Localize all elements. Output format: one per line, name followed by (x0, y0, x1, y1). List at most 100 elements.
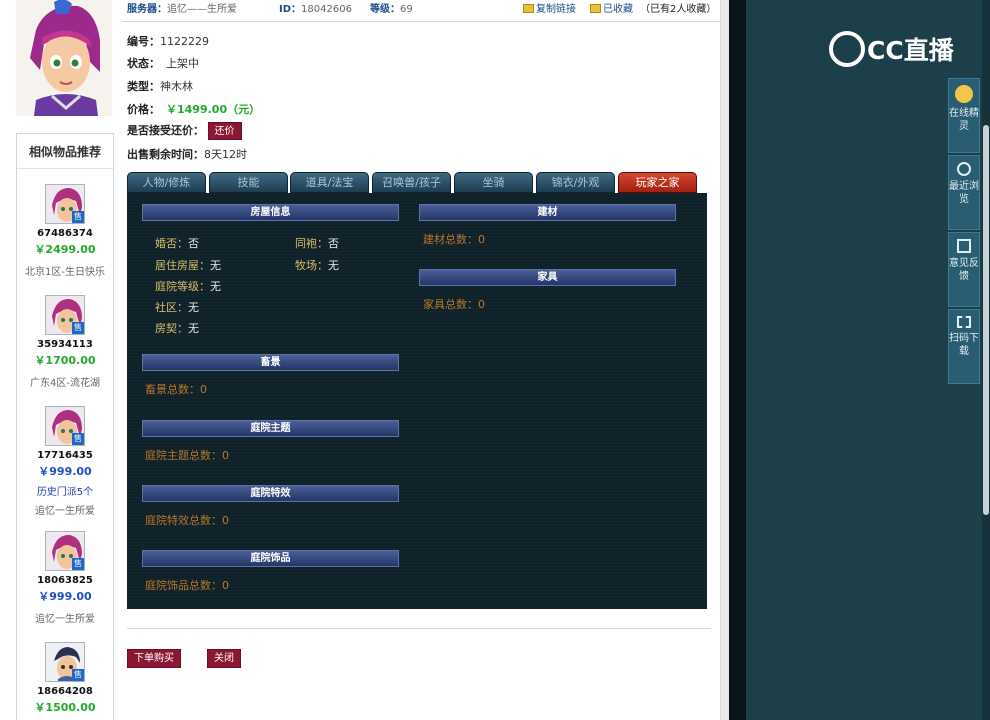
id-label: ID： (279, 4, 302, 15)
buy-button[interactable]: 下单购买 (127, 649, 181, 668)
similar-items-title: 相似物品推荐 (17, 134, 113, 169)
item-history[interactable]: 历史门派5个 (17, 483, 113, 498)
item-id: 17716435 (37, 450, 93, 461)
tool-label: 扫码下载 (949, 333, 979, 357)
materials-count: 建材总数：0 (423, 233, 485, 246)
tool-recent[interactable]: 最近浏览 (948, 155, 980, 230)
tool-online-sprite[interactable]: 在线精灵 (948, 78, 980, 153)
panel-scroll-thumb[interactable] (983, 125, 989, 515)
yard-effect-count: 庭院特效总数：0 (145, 514, 229, 527)
close-button[interactable]: 关闭 (207, 649, 241, 668)
tool-label: 意见反馈 (949, 258, 979, 282)
server-label: 服务器： (127, 4, 167, 15)
item-server: 追忆一生所爱 (35, 614, 95, 625)
item-price: ￥2499.00 (34, 243, 96, 256)
married-label: 婚否： (155, 237, 188, 250)
tab-player-home[interactable]: 玩家之家 (618, 172, 697, 193)
robe-field: 同袍：否 (295, 235, 339, 251)
yard-level-field: 庭院等级：无 (155, 278, 221, 294)
recommend-item[interactable]: 售 35934113 ￥1700.00 广东4区-流花湖 (17, 295, 113, 389)
panel-scrollbar[interactable] (982, 0, 990, 720)
cc-logo[interactable]: CC直播 (829, 31, 954, 71)
item-price: ￥1500.00 (34, 701, 96, 714)
house-label: 居住房屋： (155, 259, 210, 272)
item-id: 18063825 (37, 575, 93, 586)
tab-summons[interactable]: 召唤兽/孩子 (372, 172, 451, 193)
type-value: 神木林 (160, 80, 193, 93)
recommend-item[interactable]: 售 18063825 ￥999.00 追忆一生所爱 (17, 531, 113, 625)
edit-icon (957, 239, 971, 253)
id-value: 18042606 (301, 4, 352, 15)
favorite-label: 已收藏 (603, 4, 633, 15)
ranch-label: 牧场： (295, 259, 328, 272)
recommend-item[interactable]: 售 18664208 ￥1500.00 (17, 642, 113, 715)
item-thumbnail[interactable]: 售 (45, 642, 85, 682)
scenery-count: 畜景总数：0 (145, 383, 207, 396)
yard-theme-count: 庭院主题总数：0 (145, 449, 229, 462)
tab-outfits[interactable]: 锦衣/外观 (536, 172, 615, 193)
bottom-divider (127, 628, 711, 629)
copy-link-button[interactable]: 复制链接 (523, 0, 576, 15)
tab-items[interactable]: 道具/法宝 (290, 172, 369, 193)
yard-decor-count: 庭院饰品总数：0 (145, 579, 229, 592)
time-left-row: 出售剩余时间：8天12时 (127, 146, 247, 162)
counter-offer-label: 是否接受还价： (127, 124, 204, 137)
sprite-icon (955, 85, 973, 103)
level-value: 69 (400, 4, 413, 15)
tab-skills[interactable]: 技能 (209, 172, 288, 193)
copy-link-label: 复制链接 (536, 4, 576, 15)
page-scrollbar[interactable] (720, 0, 729, 720)
number-label: 编号： (127, 35, 160, 48)
house-info-header: 房屋信息 (142, 204, 399, 221)
house-value: 无 (210, 259, 221, 272)
recommend-item[interactable]: 售 67486374 ￥2499.00 北京1区-生日快乐 (17, 184, 113, 278)
time-left-label: 出售剩余时间： (127, 148, 204, 161)
item-thumbnail[interactable]: 售 (45, 406, 85, 446)
yard-theme-header: 庭院主题 (142, 420, 399, 437)
cc-logo-text: CC直播 (867, 36, 954, 65)
item-thumbnail[interactable]: 售 (45, 295, 85, 335)
similar-items-panel: 相似物品推荐 售 67486374 ￥2499.00 北京1区-生日快乐 售 3… (16, 133, 114, 720)
price-row: 价格： ￥1499.00（元） (127, 101, 260, 117)
deed-field: 房契：无 (155, 320, 199, 336)
tool-feedback[interactable]: 意见反馈 (948, 232, 980, 307)
tool-label: 最近浏览 (949, 181, 979, 205)
scan-icon (957, 316, 971, 328)
sell-badge: 售 (72, 433, 84, 445)
deed-value: 无 (188, 322, 199, 335)
robe-value: 否 (328, 237, 339, 250)
type-row: 类型：神木林 (127, 78, 193, 94)
recommend-item[interactable]: 售 17716435 ￥999.00 历史门派5个 追忆一生所爱 (17, 406, 113, 517)
furniture-header: 家具 (419, 269, 676, 286)
item-id: 67486374 (37, 228, 93, 239)
item-thumbnail[interactable]: 售 (45, 184, 85, 224)
item-id: 18664208 (37, 686, 93, 697)
house-field: 居住房屋：无 (155, 257, 221, 273)
robe-label: 同袍： (295, 237, 328, 250)
favorite-button[interactable]: 已收藏 (590, 0, 633, 15)
materials-header: 建材 (419, 204, 676, 221)
sell-badge: 售 (72, 211, 84, 223)
server-field: 服务器：追忆——生所爱 (127, 0, 237, 15)
married-field: 婚否：否 (155, 235, 199, 251)
cc-live-panel: CC直播 在线精灵 最近浏览 意见反馈 扫码下载 (729, 0, 990, 720)
tab-character[interactable]: 人物/修炼 (127, 172, 206, 193)
header-divider (122, 21, 720, 22)
counter-offer-button[interactable]: 还价 (207, 122, 242, 140)
left-column: 相似物品推荐 售 67486374 ￥2499.00 北京1区-生日快乐 售 3… (0, 0, 122, 720)
cc-logo-icon (829, 31, 865, 67)
favorite-icon (590, 4, 601, 13)
item-price: ￥999.00 (38, 590, 92, 603)
sell-badge: 售 (72, 558, 84, 570)
tab-mounts[interactable]: 坐骑 (454, 172, 533, 193)
yard-level-value: 无 (210, 280, 221, 293)
tool-label: 在线精灵 (949, 108, 979, 132)
tool-scan-download[interactable]: 扫码下载 (948, 309, 980, 384)
counter-offer-row: 是否接受还价： 还价 (127, 122, 242, 140)
item-server: 广东4区-流花湖 (30, 378, 100, 389)
item-price: ￥1700.00 (34, 354, 96, 367)
number-value: 1122229 (160, 35, 209, 48)
item-price: ￥999.00 (38, 465, 92, 478)
status-row: 状态： 上架中 (127, 55, 199, 71)
item-thumbnail[interactable]: 售 (45, 531, 85, 571)
